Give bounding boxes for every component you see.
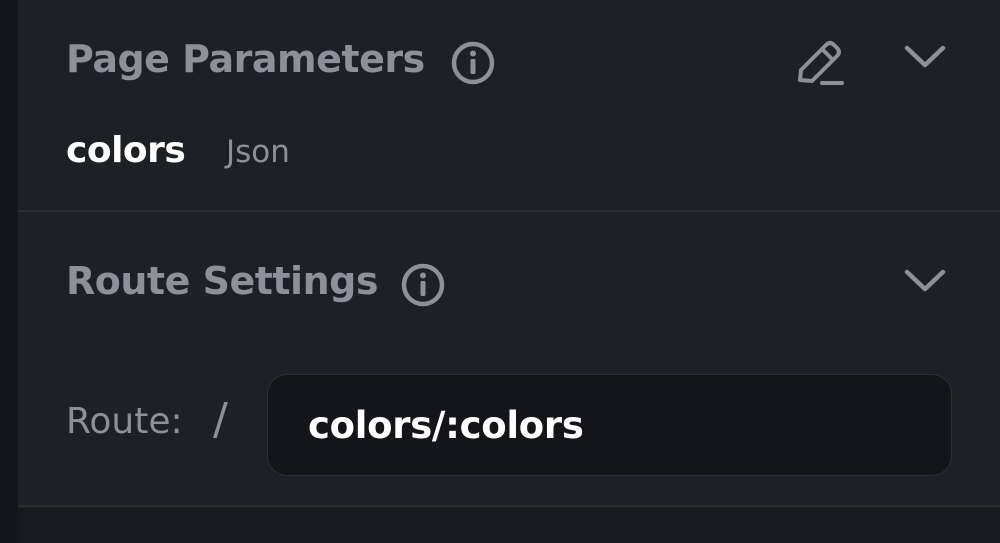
section-divider bbox=[18, 505, 1000, 507]
route-label: Route: bbox=[66, 401, 183, 442]
chevron-down-icon[interactable] bbox=[902, 266, 948, 296]
properties-panel: Page Parameters colors Json Route Settin… bbox=[18, 0, 1000, 543]
route-prefix-slash: / bbox=[213, 394, 228, 445]
route-settings-title: Route Settings bbox=[66, 259, 378, 303]
parameter-type: Json bbox=[226, 134, 290, 170]
chevron-down-icon[interactable] bbox=[902, 42, 948, 72]
edit-pencil-icon[interactable] bbox=[792, 36, 848, 88]
left-edge-strip bbox=[0, 0, 18, 543]
info-icon[interactable] bbox=[449, 39, 497, 87]
next-section-edge bbox=[18, 508, 1000, 543]
info-icon[interactable] bbox=[399, 261, 447, 309]
parameter-name: colors bbox=[66, 130, 186, 171]
route-input[interactable]: colors/:colors bbox=[267, 374, 952, 476]
page-parameters-title: Page Parameters bbox=[66, 37, 425, 81]
section-divider bbox=[18, 210, 1000, 212]
